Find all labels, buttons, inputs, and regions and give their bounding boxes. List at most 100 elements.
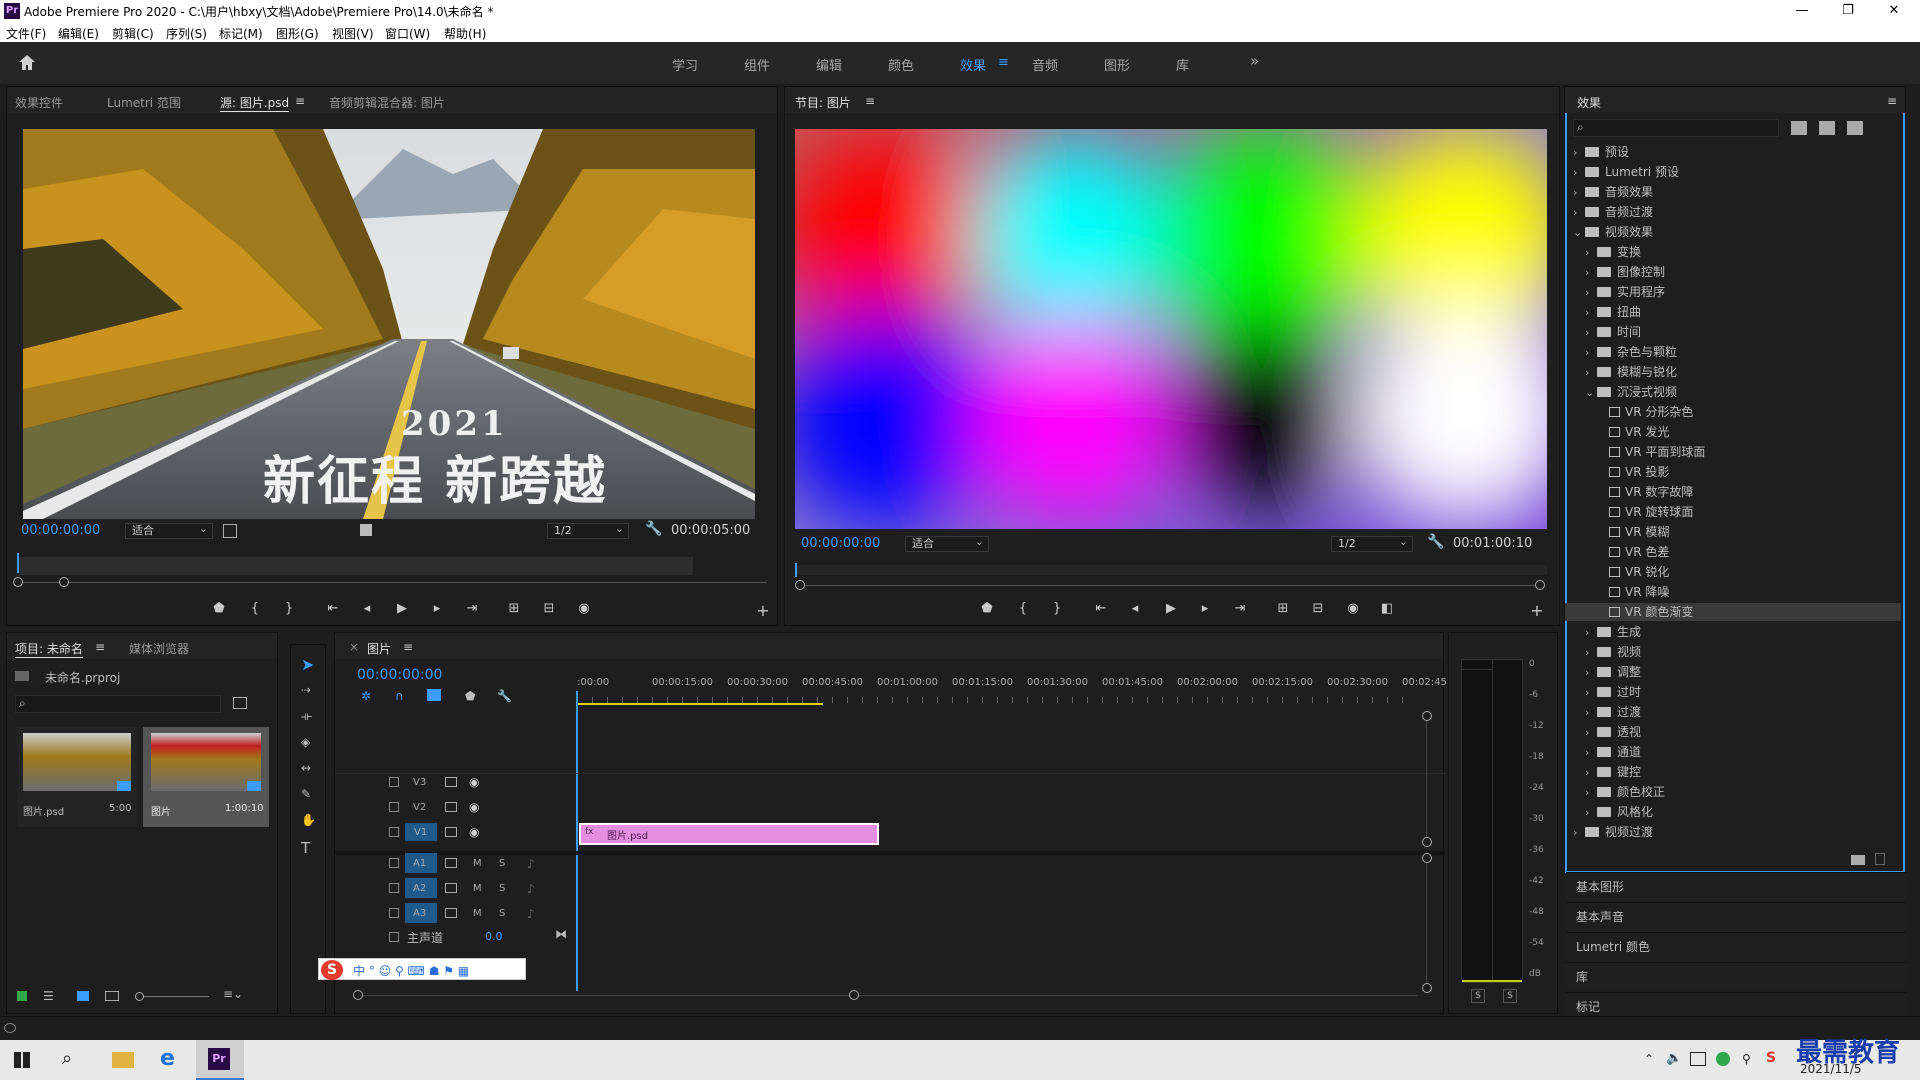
timeline-zoom-left-handle[interactable] xyxy=(353,990,363,1000)
tab-effects[interactable]: 效果 xyxy=(1577,94,1601,111)
effects-tree-item[interactable]: › 音频过渡 xyxy=(1565,203,1901,221)
chevron-right-icon[interactable]: › xyxy=(1585,326,1597,339)
audio-scroll-top-handle[interactable] xyxy=(1422,853,1432,863)
timeline-close-icon[interactable]: × xyxy=(349,640,359,654)
effects-tree-item[interactable]: › 过渡 xyxy=(1565,703,1901,721)
sort-icons-icon[interactable]: ≡⌄ xyxy=(223,987,243,1001)
workspace-learn[interactable]: 学习 xyxy=(672,55,698,74)
go-to-out-icon[interactable]: ⇥ xyxy=(462,601,482,616)
effects-tree-item[interactable]: › 扭曲 xyxy=(1565,303,1901,321)
track-lock-a3-icon[interactable] xyxy=(389,908,399,918)
chevron-right-icon[interactable]: › xyxy=(1585,626,1597,639)
extract-icon[interactable]: ⊟ xyxy=(1308,601,1328,616)
workspace-effects[interactable]: 效果 xyxy=(960,55,986,74)
sogou-tray-icon[interactable]: S xyxy=(1766,1050,1776,1066)
audio-track-scrollbar[interactable] xyxy=(1426,863,1427,983)
maximize-button[interactable]: ❐ xyxy=(1826,0,1870,22)
snap-icon[interactable]: ∩ xyxy=(395,689,404,703)
program-play-icon[interactable]: ▶ xyxy=(1161,601,1181,616)
effects-tree-item[interactable]: VR 数字故障 xyxy=(1565,483,1901,501)
effects-tree-item[interactable]: › 模糊与锐化 xyxy=(1565,363,1901,381)
effects-search-input[interactable]: ⌕ xyxy=(1573,119,1779,137)
effects-tree-item[interactable]: › 键控 xyxy=(1565,763,1901,781)
track-sync-a1-icon[interactable] xyxy=(445,858,457,868)
program-go-to-out-icon[interactable]: ⇥ xyxy=(1230,601,1250,616)
chevron-right-icon[interactable]: › xyxy=(1573,826,1585,839)
workspace-more-icon[interactable]: » xyxy=(1250,52,1259,70)
track-select-tool-icon[interactable]: ⇢ xyxy=(301,683,311,697)
chevron-right-icon[interactable]: › xyxy=(1573,186,1585,199)
ripple-edit-tool-icon[interactable]: ⟛ xyxy=(301,709,312,724)
audio-scroll-bottom-handle[interactable] xyxy=(1422,983,1432,993)
chevron-right-icon[interactable]: › xyxy=(1585,766,1597,779)
master-lock-icon[interactable] xyxy=(389,932,399,942)
source-settings-icon[interactable] xyxy=(223,524,237,538)
comparison-view-icon[interactable]: ◧ xyxy=(1377,601,1397,616)
taskbar-premiere-active[interactable]: Pr xyxy=(196,1040,244,1080)
track-sync-v2-icon[interactable] xyxy=(445,802,457,812)
windows-start-icon[interactable] xyxy=(14,1052,30,1068)
timeline-settings-icon[interactable]: 🔧 xyxy=(497,689,512,703)
taskbar-search-icon[interactable]: ⌕ xyxy=(62,1048,72,1069)
overwrite-icon[interactable]: ⊟ xyxy=(539,601,559,616)
workspace-color[interactable]: 颜色 xyxy=(888,55,914,74)
tab-source-menu-icon[interactable]: ≡ xyxy=(295,94,305,108)
menu-edit[interactable]: 编辑(E) xyxy=(58,25,99,42)
project-search-input[interactable]: ⌕ xyxy=(15,695,221,713)
chevron-right-icon[interactable]: › xyxy=(1585,246,1597,259)
timeline-zoom-bar[interactable] xyxy=(357,995,1417,996)
source-zoom-handle-left[interactable] xyxy=(13,577,23,587)
chevron-right-icon[interactable]: › xyxy=(1573,166,1585,179)
menu-marker[interactable]: 标记(M) xyxy=(219,25,263,42)
effects-tree-item[interactable]: › Lumetri 预设 xyxy=(1565,163,1901,181)
workspace-assembly[interactable]: 组件 xyxy=(744,55,770,74)
close-button[interactable]: ✕ xyxy=(1872,0,1916,22)
program-export-frame-icon[interactable]: ◉ xyxy=(1343,601,1363,616)
track-solo-a1[interactable]: S xyxy=(499,858,505,869)
track-lock-v3-icon[interactable] xyxy=(389,777,399,787)
effects-tree-item[interactable]: VR 平面到球面 xyxy=(1565,443,1901,461)
edge-browser-icon[interactable]: e xyxy=(160,1046,175,1071)
tab-program-menu-icon[interactable]: ≡ xyxy=(865,94,875,108)
source-add-button-icon[interactable]: + xyxy=(753,601,773,620)
menu-graphics[interactable]: 图形(G) xyxy=(276,25,319,42)
track-mute-a2[interactable]: M xyxy=(473,883,482,894)
nest-icon[interactable]: ✲ xyxy=(361,689,371,703)
chevron-right-icon[interactable]: › xyxy=(1585,286,1597,299)
input-method-icon[interactable]: ⚲ xyxy=(1742,1052,1751,1066)
program-monitor-image[interactable] xyxy=(795,129,1547,529)
effects-tree-item[interactable]: › 风格化 xyxy=(1565,803,1901,821)
mark-in-icon[interactable]: { xyxy=(245,601,265,616)
delete-icon[interactable] xyxy=(1875,853,1885,865)
chevron-right-icon[interactable]: › xyxy=(1585,746,1597,759)
source-safe-margins-icon[interactable] xyxy=(360,524,372,536)
workspace-editing[interactable]: 编辑 xyxy=(816,55,842,74)
track-eye-v3-icon[interactable]: ◉ xyxy=(469,775,479,789)
freeform-view-icon[interactable] xyxy=(105,991,119,1001)
program-playhead[interactable] xyxy=(795,563,797,577)
video-track-scrollbar[interactable] xyxy=(1426,721,1427,837)
export-frame-icon[interactable]: ◉ xyxy=(574,601,594,616)
menu-view[interactable]: 视图(V) xyxy=(332,25,374,42)
security-tray-icon[interactable] xyxy=(1716,1052,1730,1066)
panel-essential-graphics[interactable]: 基本图形 xyxy=(1566,872,1906,900)
thumbnail-size-slider[interactable] xyxy=(139,996,209,997)
ime-chinese-mode-icon[interactable]: 中 ° ☺ ⚲ ⌨ ☗ ⚑ ▦ xyxy=(353,962,469,979)
audio-meter-solo-left[interactable]: S xyxy=(1471,989,1485,1003)
network-icon[interactable] xyxy=(1690,1052,1706,1066)
pen-tool-icon[interactable]: ✎ xyxy=(301,787,311,801)
slip-tool-icon[interactable]: ↔ xyxy=(301,761,311,775)
program-resolution-dropdown[interactable]: 1/2 xyxy=(1331,535,1413,552)
program-scrub-bar[interactable] xyxy=(795,565,1547,575)
effects-tree-item[interactable]: › 生成 xyxy=(1565,623,1901,641)
track-lock-a1-icon[interactable] xyxy=(389,858,399,868)
effects-tree-item[interactable]: › 音频效果 xyxy=(1565,183,1901,201)
chevron-right-icon[interactable]: › xyxy=(1585,346,1597,359)
mark-out-icon[interactable]: } xyxy=(279,601,299,616)
video-scroll-bottom-handle[interactable] xyxy=(1422,837,1432,847)
chevron-down-icon[interactable]: ⌄ xyxy=(1573,226,1585,239)
program-step-forward-icon[interactable]: ▸ xyxy=(1195,601,1215,616)
timeline-clip[interactable]: fx 图片.psd xyxy=(579,823,879,845)
chevron-right-icon[interactable]: › xyxy=(1585,666,1597,679)
track-mute-a3[interactable]: M xyxy=(473,908,482,919)
